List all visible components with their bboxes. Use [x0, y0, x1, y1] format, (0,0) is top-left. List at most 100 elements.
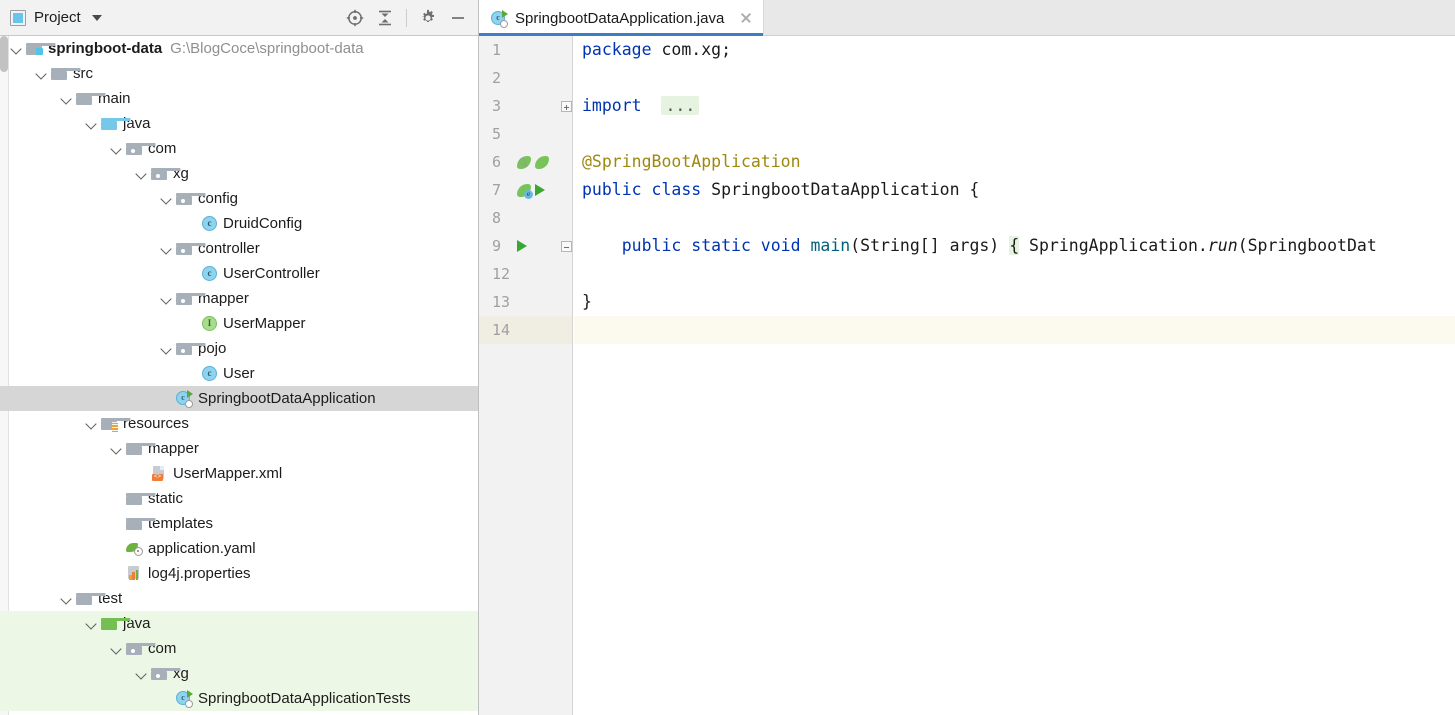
hide-tool-window-button[interactable] — [444, 4, 472, 32]
chevron-down-icon[interactable] — [60, 592, 73, 605]
tree-node-user[interactable]: c User — [0, 361, 478, 386]
tree-node-com[interactable]: com — [0, 136, 478, 161]
run-icon[interactable] — [535, 184, 545, 196]
gutter-line[interactable]: 12 — [479, 260, 572, 288]
gutter-icons: e — [515, 176, 575, 204]
chevron-down-icon[interactable] — [135, 667, 148, 680]
editor-tab-springbootdataapplication[interactable]: c SpringbootDataApplication.java — [479, 0, 765, 36]
chevron-down-icon[interactable] — [85, 417, 98, 430]
chevron-down-icon[interactable] — [110, 142, 123, 155]
gutter-line[interactable]: 2 — [479, 64, 572, 92]
spring-bean-icon[interactable] — [535, 155, 550, 170]
tree-node-xg[interactable]: xg — [0, 661, 478, 686]
folder-icon — [126, 515, 156, 532]
code-line[interactable] — [574, 204, 1455, 232]
gear-icon — [421, 9, 435, 22]
project-title-group[interactable]: Project — [10, 9, 102, 26]
module-path-label: G:\BlogCoce\springboot-data — [170, 40, 364, 57]
code-line[interactable]: public class SpringbootDataApplication { — [574, 176, 1455, 204]
code-line[interactable]: package com.xg; — [574, 36, 1455, 64]
tree-node-springbootdataapplication[interactable]: c SpringbootDataApplication — [0, 386, 478, 411]
chevron-down-icon[interactable] — [110, 442, 123, 455]
editor-gutter[interactable]: 1 2 3 5 6 7 e 8 9 12 13 14 — [479, 36, 573, 715]
chevron-down-icon[interactable] — [160, 242, 173, 255]
chevron-down-icon[interactable] — [110, 642, 123, 655]
code-line[interactable]: import ... — [574, 92, 1455, 120]
code-line[interactable] — [574, 316, 1455, 344]
code-line[interactable]: @SpringBootApplication — [574, 148, 1455, 176]
gutter-line[interactable]: 5 — [479, 120, 572, 148]
line-number: 3 — [492, 97, 502, 115]
chevron-down-icon[interactable] — [35, 67, 48, 80]
spring-bean-endpoint-icon[interactable]: e — [517, 183, 533, 199]
line-number: 14 — [492, 321, 511, 339]
tree-node-usercontroller[interactable]: c UserController — [0, 261, 478, 286]
gutter-line[interactable]: 14 — [479, 316, 572, 344]
tree-node-label: UserMapper.xml — [173, 465, 283, 482]
tree-node-springboot-data[interactable]: springboot-data G:\BlogCoce\springboot-da… — [0, 36, 478, 61]
tree-node-druidconfig[interactable]: c DruidConfig — [0, 211, 478, 236]
settings-button[interactable] — [414, 4, 442, 32]
code-editor[interactable]: 1 2 3 5 6 7 e 8 9 12 13 14 package com.xg; import .… — [479, 36, 1455, 715]
tree-node-com[interactable]: com — [0, 636, 478, 661]
code-fold-toggle[interactable] — [561, 101, 572, 112]
tree-node-log4j-properties[interactable]: log4j.properties — [0, 561, 478, 586]
tree-node-usermapper[interactable]: I UserMapper — [0, 311, 478, 336]
chevron-down-icon[interactable] — [160, 342, 173, 355]
folder-icon — [51, 65, 81, 82]
tree-node-label: SpringbootDataApplication — [198, 390, 376, 407]
tree-node-controller[interactable]: controller — [0, 236, 478, 261]
tree-node-xg[interactable]: xg — [0, 161, 478, 186]
gutter-line[interactable]: 9 — [479, 232, 572, 260]
scroll-from-source-button[interactable] — [341, 4, 369, 32]
tree-node-test[interactable]: test — [0, 586, 478, 611]
chevron-down-icon[interactable] — [160, 192, 173, 205]
chevron-down-icon[interactable] — [91, 14, 102, 21]
tree-node-springbootdataapplicationtests[interactable]: c SpringbootDataApplicationTests — [0, 686, 478, 711]
close-icon[interactable] — [739, 11, 753, 25]
code-line[interactable]: public static void main(String[] args) {… — [574, 232, 1455, 260]
line-number: 8 — [492, 209, 502, 227]
chevron-down-icon[interactable] — [60, 92, 73, 105]
source-root-folder-icon — [101, 115, 131, 132]
code-line[interactable] — [574, 64, 1455, 92]
tree-node-static[interactable]: static — [0, 486, 478, 511]
collapse-all-icon — [379, 10, 391, 25]
run-icon[interactable] — [517, 240, 527, 252]
package-folder-icon — [151, 665, 181, 682]
chevron-down-icon[interactable] — [10, 42, 23, 55]
tree-node-label: log4j.properties — [148, 565, 251, 582]
code-line[interactable] — [574, 120, 1455, 148]
code-token: (SpringbootDat — [1237, 236, 1377, 255]
tree-node-java[interactable]: java — [0, 611, 478, 636]
collapse-all-button[interactable] — [371, 4, 399, 32]
gutter-line[interactable]: 7e — [479, 176, 572, 204]
gutter-line[interactable]: 1 — [479, 36, 572, 64]
code-line[interactable]: } — [574, 288, 1455, 316]
tree-node-templates[interactable]: templates — [0, 511, 478, 536]
chevron-down-icon[interactable] — [85, 117, 98, 130]
code-fold-toggle[interactable] — [561, 241, 572, 252]
gutter-line[interactable]: 6 — [479, 148, 572, 176]
gutter-line[interactable]: 8 — [479, 204, 572, 232]
tree-node-mapper[interactable]: mapper — [0, 286, 478, 311]
xml-file-icon: <> — [151, 465, 168, 482]
chevron-down-icon[interactable] — [85, 617, 98, 630]
tree-node-pojo[interactable]: pojo — [0, 336, 478, 361]
chevron-down-icon[interactable] — [160, 292, 173, 305]
gutter-line[interactable]: 13 — [479, 288, 572, 316]
tree-node-src[interactable]: src — [0, 61, 478, 86]
tree-node-application-yaml[interactable]: application.yaml — [0, 536, 478, 561]
chevron-down-icon[interactable] — [135, 167, 148, 180]
tree-node-usermapper-xml[interactable]: <> UserMapper.xml — [0, 461, 478, 486]
tree-node-config[interactable]: config — [0, 186, 478, 211]
tree-node-mapper[interactable]: mapper — [0, 436, 478, 461]
tree-node-java[interactable]: java — [0, 111, 478, 136]
gutter-line[interactable]: 3 — [479, 92, 572, 120]
code-line[interactable] — [574, 260, 1455, 288]
spring-bean-navigate-icon[interactable] — [517, 155, 532, 170]
code-lines[interactable]: package com.xg; import ... @SpringBootAp… — [574, 36, 1455, 715]
tree-node-main[interactable]: main — [0, 86, 478, 111]
tree-node-resources[interactable]: resources — [0, 411, 478, 436]
